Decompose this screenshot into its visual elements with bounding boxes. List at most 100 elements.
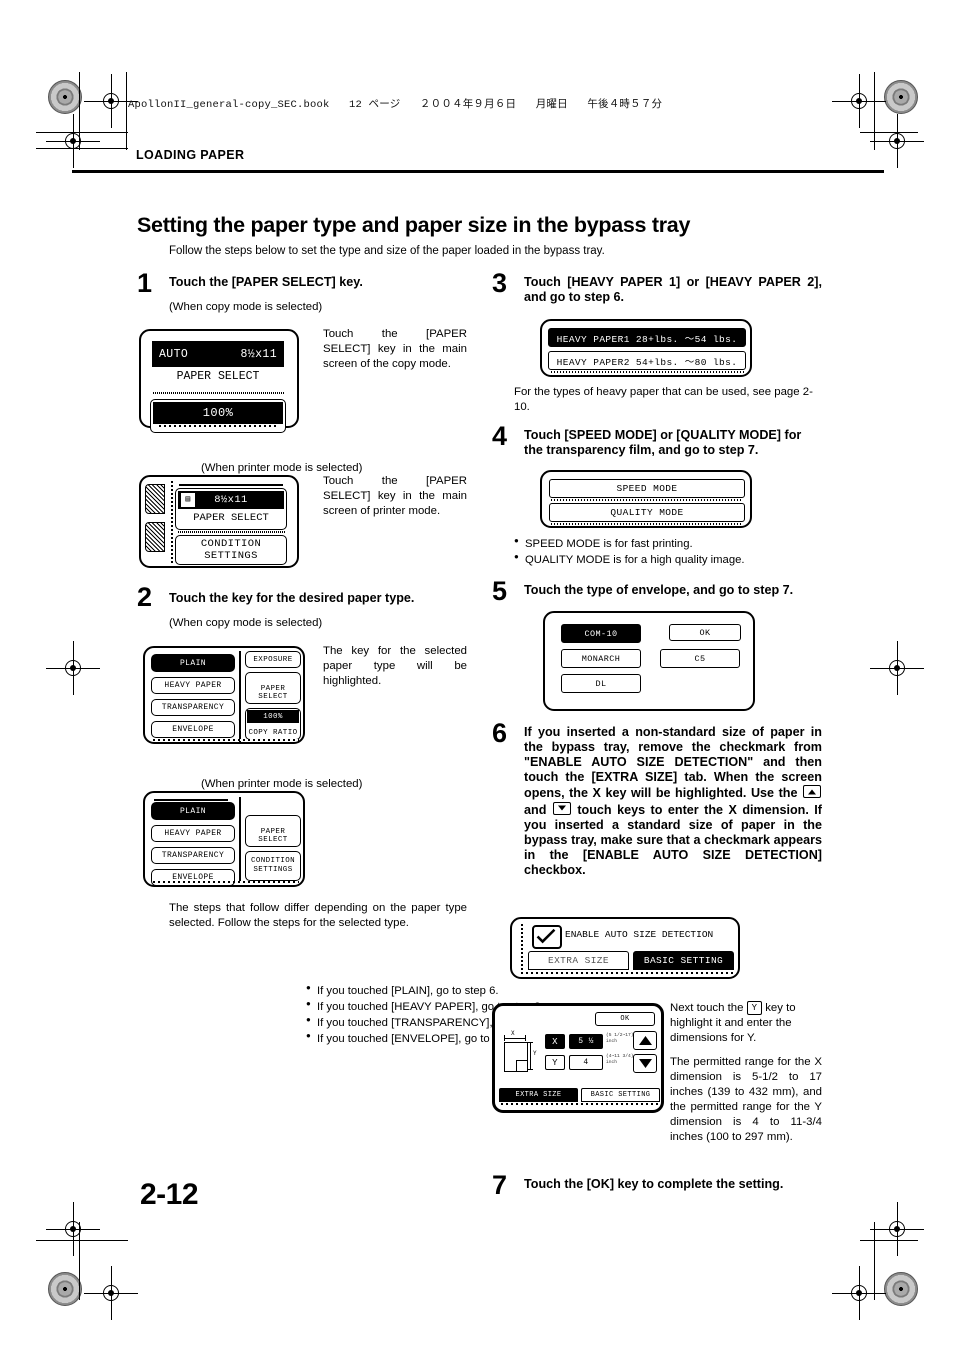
checkbox-enable-auto-size-detection[interactable] xyxy=(532,925,562,949)
lcd-ratio-value-2: 100% xyxy=(247,710,299,723)
lcd-key-heavy-paper-1[interactable]: HEAVY PAPER1 28+lbs. ～54 lbs. xyxy=(548,328,746,347)
lcd-y-range-line1: (4~11 3/4) xyxy=(606,1054,634,1059)
color-registration-star-bottom-right xyxy=(884,1272,918,1306)
lcd-pkey-paper-select[interactable]: PAPER SELECT xyxy=(245,815,301,847)
lcd-x-range-line1: (5 1/2~17) xyxy=(606,1033,634,1038)
crop-line-bottom-left-h xyxy=(36,1240,128,1242)
lcd-x-range-line2: inch xyxy=(606,1038,618,1044)
lcd-label-paper-select: PAPER SELECT xyxy=(176,370,260,383)
step-7-number: 7 xyxy=(492,1170,508,1200)
lcd-type-key-transparency[interactable]: TRANSPARENCY xyxy=(151,699,235,716)
lcd-tab-basic-setting[interactable]: BASIC SETTING xyxy=(633,951,734,970)
lcd-key-dl[interactable]: DL xyxy=(561,674,641,693)
crop-line-bottom-right-v xyxy=(874,1222,876,1300)
lcd-heavy-paper-screen: HEAVY PAPER1 28+lbs. ～54 lbs. HEAVY PAPE… xyxy=(540,319,752,377)
lcd-tab-extra-size-active[interactable]: EXTRA SIZE xyxy=(499,1088,578,1102)
lcd-printer-side-tabs xyxy=(145,482,166,564)
lcd-label-tab-basic-inactive: BASIC SETTING xyxy=(590,1091,651,1099)
lcd-label-paper-select-2: PAPER SELECT xyxy=(258,685,288,701)
registration-mark-lower-right xyxy=(870,1202,924,1256)
lcd-label-speed-mode: SPEED MODE xyxy=(616,483,678,494)
lcd-label-ratio: 100% xyxy=(202,406,234,420)
crop-line-bottom-right-h xyxy=(860,1240,918,1242)
lcd-type-key-envelope[interactable]: ENVELOPE xyxy=(151,721,235,738)
crop-line-top-right-h xyxy=(860,132,918,134)
lcd-ptype-label-transparency: TRANSPARENCY xyxy=(161,851,225,860)
up-arrow-icon xyxy=(638,1036,652,1045)
lcd-type-key-heavy-paper[interactable]: HEAVY PAPER xyxy=(151,677,235,694)
lcd-tab-basic-setting-inactive[interactable]: BASIC SETTING xyxy=(581,1088,660,1102)
step-1-heading: Touch the [PAPER SELECT] key. xyxy=(169,275,363,289)
step-7-heading: Touch the [OK] key to complete the setti… xyxy=(524,1177,784,1191)
down-arrow-key-icon xyxy=(552,801,571,815)
lcd-label-y-value: 4 xyxy=(583,1058,589,1067)
lcd-key-ratio-value: 100% xyxy=(153,402,283,424)
lcd-printer-condition-line1: CONDITION xyxy=(200,537,262,550)
lcd-key-com10[interactable]: COM-10 xyxy=(561,624,641,643)
lcd-pkey-condition-settings[interactable]: CONDITION SETTINGS xyxy=(245,851,301,881)
crop-line-top-left-h xyxy=(36,132,128,134)
lcd-ptype-key-envelope[interactable]: ENVELOPE xyxy=(151,869,235,886)
lcd-plabel-condition-2: SETTINGS xyxy=(253,866,293,874)
lcd-key-heavy-paper-2[interactable]: HEAVY PAPER2 54+lbs. ～80 lbs. xyxy=(548,351,746,370)
lcd-key-y-dimension[interactable]: Y xyxy=(545,1055,565,1070)
lcd-key-c5[interactable]: C5 xyxy=(660,649,740,668)
step-1-copy-body: Touch the [PAPER SELECT] key in the main… xyxy=(323,328,467,370)
step-3-heading: Touch [HEAVY PAPER 1] or [HEAVY PAPER 2]… xyxy=(524,275,822,305)
step-4-bullets: SPEED MODE is for fast printing. QUALITY… xyxy=(514,535,822,568)
paper-dimension-diagram: X Y xyxy=(502,1030,542,1074)
lcd-printer-key-condition-settings[interactable]: CONDITION SETTINGS xyxy=(175,535,287,565)
step-4-number: 4 xyxy=(492,421,508,451)
lcd-y-range-note: (4~11 3/4) inch xyxy=(606,1054,634,1065)
lcd-key-ok-extra[interactable]: OK xyxy=(595,1012,655,1026)
lcd-y-range-line2: inch xyxy=(606,1059,618,1065)
lcd-basic-setting-screen: ENABLE AUTO SIZE DETECTION EXTRA SIZE BA… xyxy=(510,917,740,979)
step-5: 5 Touch the type of envelope, and go to … xyxy=(492,578,822,725)
step-1: 1 Touch the [PAPER SELECT] key. (When co… xyxy=(137,270,467,591)
step-3-number: 3 xyxy=(492,268,508,298)
lcd-key-speed-mode[interactable]: SPEED MODE xyxy=(549,479,745,498)
lcd-ptype-key-heavy-paper[interactable]: HEAVY PAPER xyxy=(151,825,235,842)
lcd-tab-extra-size[interactable]: EXTRA SIZE xyxy=(528,951,629,970)
manual-page: ApollonII_general-copy_SEC.book 12 ページ ２… xyxy=(0,0,954,1351)
lcd-label-y-key: Y xyxy=(552,1057,558,1068)
lcd-key-increment[interactable] xyxy=(633,1031,657,1050)
lcd-label-ok-envelope: OK xyxy=(699,627,711,638)
registration-mark-lower-left xyxy=(46,1202,100,1256)
checkmark-icon xyxy=(536,928,556,944)
lcd-key-decrement[interactable] xyxy=(633,1054,657,1073)
lcd-key-exposure[interactable]: EXPOSURE xyxy=(245,651,301,668)
lcd-field-x-value[interactable]: 5 ½ xyxy=(569,1034,603,1049)
lcd-key-x-dimension[interactable]: X xyxy=(545,1034,565,1049)
lcd-key-paper-select-2[interactable]: PAPER SELECT xyxy=(245,672,301,704)
lcd-envelope-type-screen: COM-10 MONARCH DL OK C5 xyxy=(543,611,755,711)
registration-mark-middle-left xyxy=(46,641,100,695)
page-title: Setting the paper type and paper size in… xyxy=(137,213,691,237)
lcd-field-y-value[interactable]: 4 xyxy=(569,1055,603,1070)
lcd-key-ok-envelope[interactable]: OK xyxy=(669,624,741,641)
lcd-type-key-plain[interactable]: PLAIN xyxy=(151,654,235,672)
lcd-label-copy-ratio: COPY RATIO xyxy=(248,729,298,737)
lcd-printer-size-field: ▤ 8½x11 xyxy=(178,491,284,509)
step-5-number: 5 xyxy=(492,576,508,606)
lcd-copy-paper-type-screen: PLAIN HEAVY PAPER TRANSPARENCY ENVELOPE … xyxy=(143,646,305,744)
step-7: 7 Touch the [OK] key to complete the set… xyxy=(492,1172,822,1199)
lcd-label-dl: DL xyxy=(595,678,607,689)
lcd-ptype-key-plain[interactable]: PLAIN xyxy=(151,802,235,820)
crop-line-top-left-v2 xyxy=(126,72,128,150)
lcd-type-label-transparency: TRANSPARENCY xyxy=(161,703,225,712)
lcd-key-monarch[interactable]: MONARCH xyxy=(561,649,641,668)
lcd-label-c5: C5 xyxy=(694,653,706,664)
crop-line-bottom-left-v xyxy=(79,1222,81,1300)
lcd-ptype-key-transparency[interactable]: TRANSPARENCY xyxy=(151,847,235,864)
lcd-label-tab-extra-active: EXTRA SIZE xyxy=(515,1091,562,1099)
step-6-side-text-1a: Next touch the xyxy=(670,1002,744,1014)
lcd-label-heavy-paper-1: HEAVY PAPER1 28+lbs. ～54 lbs. xyxy=(556,333,738,345)
lcd-transparency-mode-screen: SPEED MODE QUALITY MODE xyxy=(540,470,752,528)
lcd-key-quality-mode[interactable]: QUALITY MODE xyxy=(549,503,745,522)
registration-mark-middle-right xyxy=(870,641,924,695)
running-head: LOADING PAPER xyxy=(136,148,245,162)
lcd-key-auto-size[interactable]: AUTO 8½x11 xyxy=(152,341,284,367)
header-rule xyxy=(72,170,884,173)
step-4: 4 Touch [SPEED MODE] or [QUALITY MODE] f… xyxy=(492,423,822,583)
